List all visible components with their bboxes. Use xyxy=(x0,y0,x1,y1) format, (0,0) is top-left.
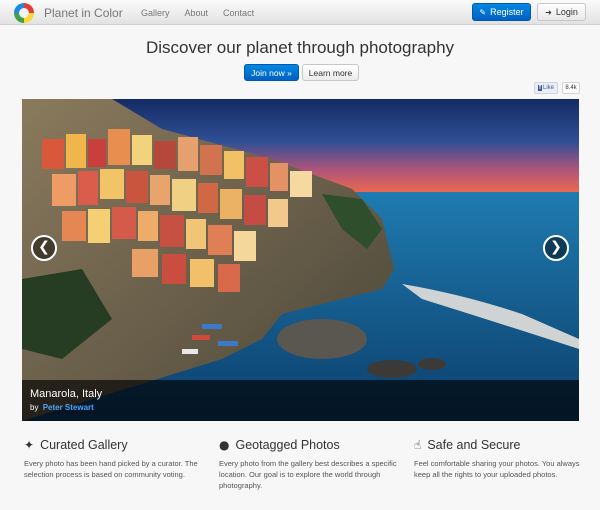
nav-link-contact[interactable]: Contact xyxy=(223,8,254,18)
thumbs-up-icon: ☝ xyxy=(414,438,422,452)
brand[interactable]: Planet in Color xyxy=(14,2,123,24)
magic-wand-icon: ✦ xyxy=(24,438,35,452)
photo-carousel[interactable]: ❮ ❯ Manarola, Italy by Peter Stewart xyxy=(22,99,579,421)
feature-text: Every photo from the gallery best descri… xyxy=(219,459,397,490)
login-label: Login xyxy=(555,7,578,17)
feature-title: Curated Gallery xyxy=(40,438,128,452)
carousel-prev-button[interactable]: ❮ xyxy=(31,235,57,261)
carousel-caption: Manarola, Italy by Peter Stewart xyxy=(22,380,579,421)
nav-links: Gallery About Contact xyxy=(141,0,269,25)
author-link[interactable]: Peter Stewart xyxy=(43,403,94,412)
feature-curated-gallery: ✦ Curated Gallery Every photo has been h… xyxy=(24,436,204,480)
facebook-like-label: Like xyxy=(542,85,554,91)
register-button[interactable]: ✎ Register xyxy=(472,3,531,21)
nav-link-about[interactable]: About xyxy=(185,8,209,18)
facebook-like-button[interactable]: f Like xyxy=(534,82,558,94)
facebook-icon: f xyxy=(537,85,542,91)
logo-icon xyxy=(14,3,34,23)
join-now-button[interactable]: Join now » xyxy=(244,64,299,81)
caption-by-label: by xyxy=(30,403,39,412)
facebook-like-count: 8.4k xyxy=(562,82,580,94)
brand-name: Planet in Color xyxy=(44,6,123,20)
feature-title: Safe and Secure xyxy=(427,438,521,452)
pencil-icon: ✎ xyxy=(479,7,487,17)
feature-geotagged-photos: ● Geotagged Photos Every photo from the … xyxy=(219,436,399,491)
carousel-next-button[interactable]: ❯ xyxy=(543,235,569,261)
feature-title: Geotagged Photos xyxy=(235,438,340,452)
hero-title: Discover our planet through photography xyxy=(145,38,455,57)
register-label: Register xyxy=(490,7,524,17)
feature-text: Feel comfortable sharing your photos. Yo… xyxy=(414,459,580,479)
carousel-photo xyxy=(22,99,579,421)
caption-credit: by Peter Stewart xyxy=(30,403,94,412)
caption-title: Manarola, Italy xyxy=(30,388,103,400)
login-button[interactable]: ➜ Login xyxy=(537,3,586,21)
learn-more-button[interactable]: Learn more xyxy=(302,64,359,81)
sign-in-icon: ➜ xyxy=(545,7,552,17)
navbar: Planet in Color Gallery About Contact ✎ … xyxy=(0,0,600,25)
globe-icon: ● xyxy=(219,438,230,452)
feature-safe-and-secure: ☝ Safe and Secure Feel comfortable shari… xyxy=(414,436,594,480)
feature-text: Every photo has been hand picked by a cu… xyxy=(24,459,198,479)
nav-link-gallery[interactable]: Gallery xyxy=(141,8,170,18)
